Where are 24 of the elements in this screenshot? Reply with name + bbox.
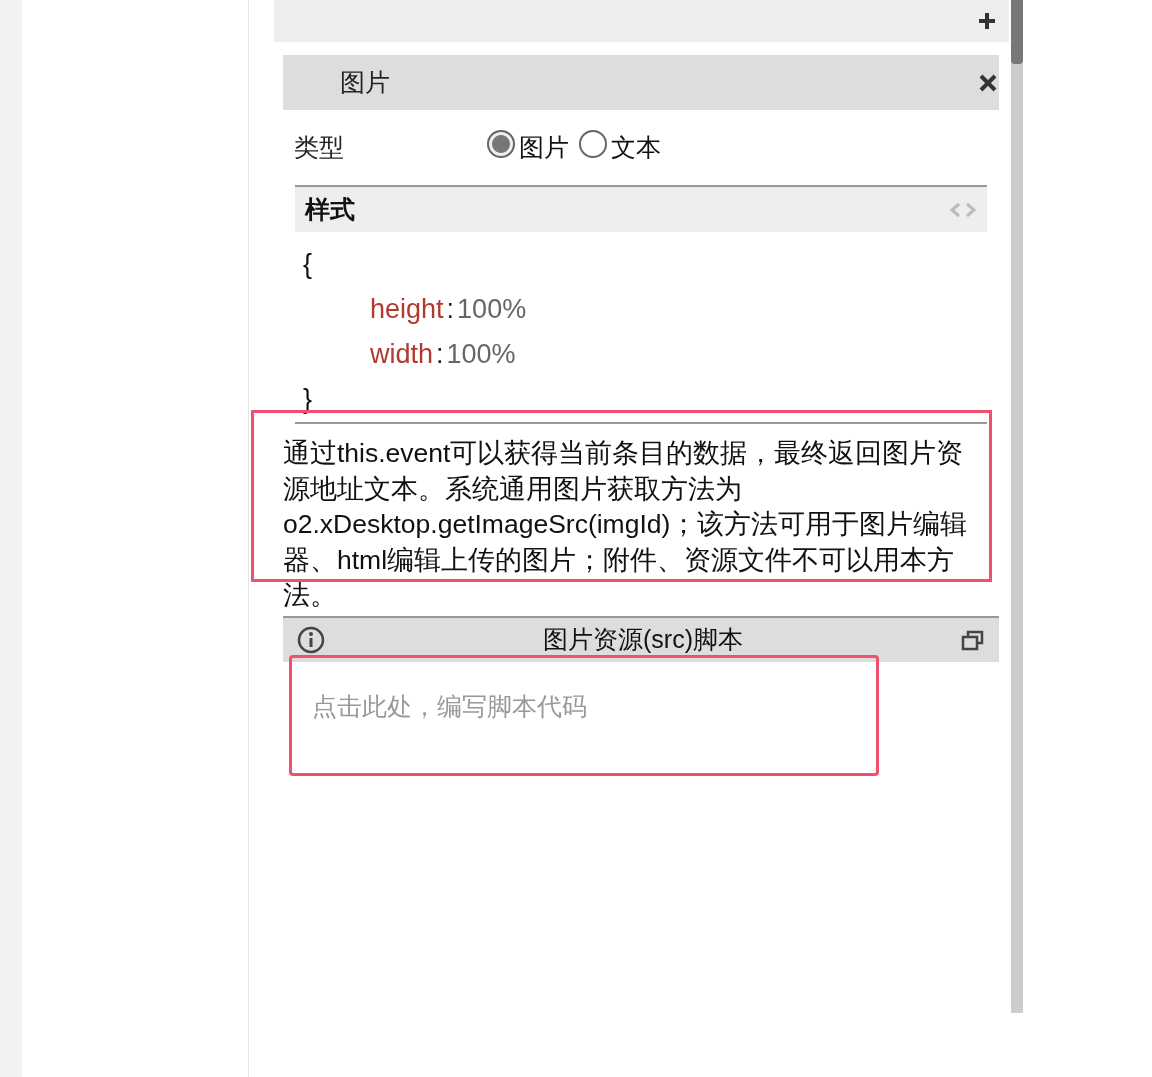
style-title: 样式 <box>305 193 355 225</box>
add-icon[interactable] <box>977 11 997 31</box>
property-separator: : <box>435 338 445 371</box>
description-text: 通过this.event可以获得当前条目的数据，最终返回图片资源地址文本。系统通用图片获取方法为o2.xDesktop.getImageSrc(imgId)；该方法可用于图片编辑器、html编辑上传的图片；附件、资源文件不可以用本方法。 <box>283 437 969 612</box>
script-title: 图片资源(src)脚本 <box>543 623 743 655</box>
field-label: 类型 <box>294 131 345 163</box>
radio-option[interactable]: 文本 <box>579 128 661 167</box>
code-text: { <box>303 248 313 281</box>
placeholder-text: 点击此处，编写脚本代码 <box>312 691 587 720</box>
radio-label: 文本 <box>611 131 661 163</box>
property-value: 100% <box>457 293 527 326</box>
restore-icon[interactable] <box>961 628 985 651</box>
info-icon[interactable] <box>297 625 325 654</box>
section-title: 图片 <box>340 66 390 98</box>
property-name: height <box>370 293 444 326</box>
close-icon[interactable] <box>979 73 997 92</box>
radio-button[interactable] <box>487 129 515 158</box>
property-name: width <box>370 338 434 371</box>
radio-option[interactable]: 图片 <box>487 128 569 167</box>
property-separator: : <box>445 293 456 326</box>
radio-button[interactable] <box>579 129 607 158</box>
radio-label: 图片 <box>519 131 569 163</box>
property-value: 100% <box>446 338 516 371</box>
scrollbar[interactable] <box>1011 0 1023 1013</box>
